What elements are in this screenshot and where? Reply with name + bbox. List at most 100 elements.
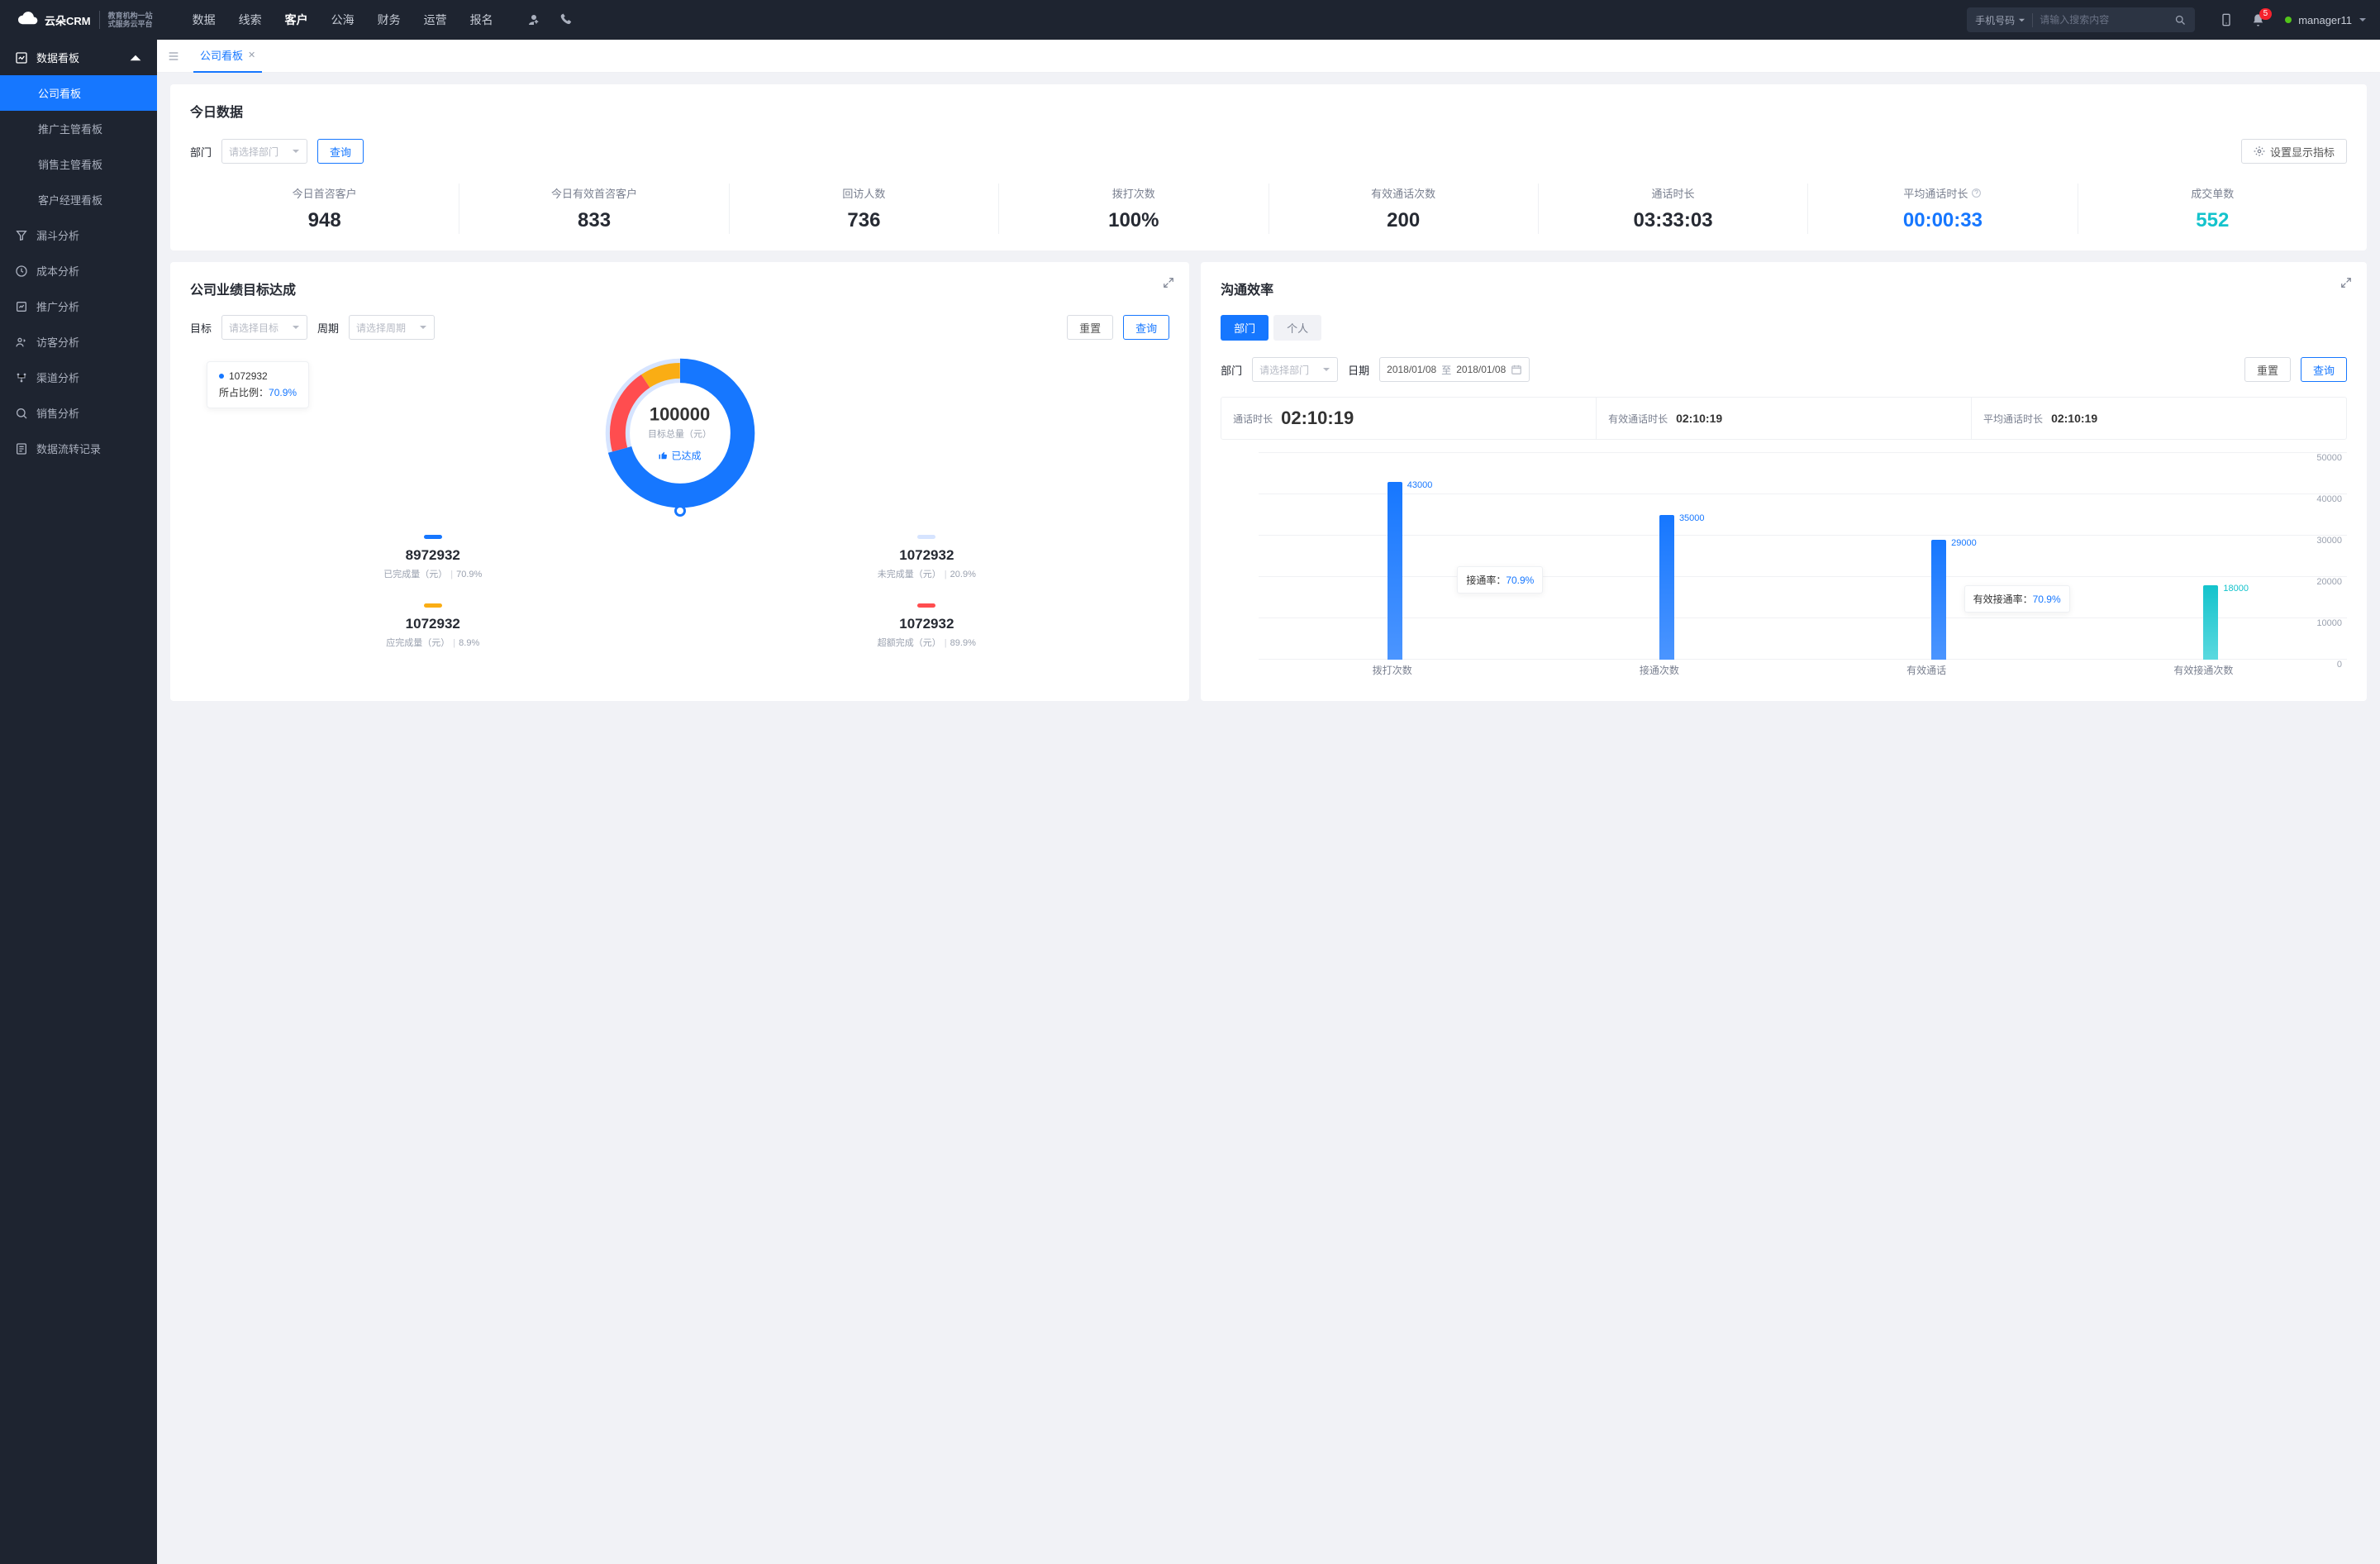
- sidebar-item[interactable]: 漏斗分析: [0, 217, 157, 253]
- expand-icon[interactable]: [2340, 277, 2352, 288]
- help-icon[interactable]: [1971, 188, 1982, 198]
- query-button[interactable]: 查询: [1123, 315, 1169, 340]
- settings-metrics-button[interactable]: 设置显示指标: [2241, 139, 2347, 164]
- phone-icon[interactable]: [559, 12, 574, 27]
- logo-subtitle: 教育机构一站 式服务云平台: [108, 12, 153, 29]
- chevron-down-icon: [292, 323, 300, 331]
- legend-item: 1072932未完成量（元）|20.9%: [684, 535, 1170, 580]
- metric: 平均通话时长00:00:33: [1808, 184, 2078, 234]
- metric: 有效通话次数200: [1269, 184, 1539, 234]
- target-select[interactable]: 请选择目标: [221, 315, 307, 340]
- donut-handle[interactable]: [674, 505, 686, 517]
- nav-item[interactable]: 运营: [424, 2, 447, 38]
- nav-item[interactable]: 财务: [378, 2, 401, 38]
- sidebar-group-dashboard[interactable]: 数据看板: [0, 40, 157, 75]
- sidebar-item[interactable]: 推广分析: [0, 288, 157, 324]
- sidebar-icon: [15, 407, 28, 420]
- chevron-down-icon: [419, 323, 427, 331]
- notifications-button[interactable]: 5: [2251, 13, 2265, 27]
- stat-cell: 平均通话时长02:10:19: [1972, 398, 2346, 439]
- sidebar-icon: [15, 300, 28, 313]
- sidebar-item[interactable]: 成本分析: [0, 253, 157, 288]
- sidebar-item[interactable]: 公司看板: [0, 75, 157, 111]
- reset-button[interactable]: 重置: [2244, 357, 2291, 382]
- bar[interactable]: 29000: [1931, 540, 1946, 660]
- metric: 今日首咨客户948: [190, 184, 459, 234]
- search-icon[interactable]: [2174, 14, 2187, 26]
- bar[interactable]: 35000: [1659, 515, 1674, 660]
- dept-select[interactable]: 请选择部门: [221, 139, 307, 164]
- chevron-up-icon: [129, 51, 142, 64]
- thumb-up-icon: [659, 451, 669, 460]
- chevron-down-icon: [1322, 365, 1330, 374]
- query-button[interactable]: 查询: [2301, 357, 2347, 382]
- stat-cell: 有效通话时长02:10:19: [1597, 398, 1972, 439]
- search-type-select[interactable]: 手机号码: [1975, 13, 2033, 27]
- sidebar-icon: [15, 265, 28, 278]
- logo[interactable]: 云朵CRM 教育机构一站 式服务云平台: [17, 11, 153, 29]
- sidebar-item[interactable]: 渠道分析: [0, 360, 157, 395]
- search-input[interactable]: [2040, 14, 2168, 26]
- card-title: 沟通效率: [1221, 279, 2347, 298]
- tab-company-board[interactable]: 公司看板 ✕: [193, 40, 262, 73]
- nav-item[interactable]: 线索: [239, 2, 262, 38]
- notification-badge: 5: [2259, 8, 2273, 20]
- period-select[interactable]: 请选择周期: [349, 315, 435, 340]
- nav-item[interactable]: 公海: [331, 2, 355, 38]
- sidebar-icon: [15, 442, 28, 455]
- header: 云朵CRM 教育机构一站 式服务云平台 数据线索客户公海财务运营报名 手机号码 …: [0, 0, 2380, 40]
- sidebar-item[interactable]: 访客分析: [0, 324, 157, 360]
- metric: 通话时长03:33:03: [1539, 184, 1808, 234]
- main: 公司看板 ✕ 今日数据 部门 请选择部门 查询: [157, 40, 2380, 1564]
- nav-item[interactable]: 数据: [193, 2, 216, 38]
- close-icon[interactable]: ✕: [248, 50, 255, 60]
- bar-chart: 0100002000030000400005000043000350002900…: [1221, 453, 2347, 684]
- metric: 拨打次数100%: [999, 184, 1269, 234]
- callout: 有效接通率：70.9%: [1964, 585, 2070, 613]
- x-axis-label: 接通次数: [1640, 663, 1679, 684]
- chevron-down-icon: [292, 147, 300, 155]
- card-title: 公司业绩目标达成: [190, 279, 1169, 298]
- today-data-card: 今日数据 部门 请选择部门 查询 设置显示指标: [170, 84, 2367, 250]
- dept-label: 部门: [190, 144, 212, 160]
- sidebar-item[interactable]: 销售主管看板: [0, 146, 157, 182]
- dept-select[interactable]: 请选择部门: [1252, 357, 1338, 382]
- search-group: 手机号码: [1967, 7, 2195, 32]
- logo-text: 云朵CRM: [45, 12, 91, 28]
- dashboard-icon: [15, 51, 28, 64]
- expand-icon[interactable]: [1163, 277, 1174, 288]
- sidebar-icon: [15, 229, 28, 242]
- x-axis-label: 拨打次数: [1373, 663, 1412, 684]
- sidebar-item[interactable]: 销售分析: [0, 395, 157, 431]
- legend-item: 1072932超额完成（元）|89.9%: [684, 603, 1170, 649]
- legend-item: 1072932应完成量（元）|8.9%: [190, 603, 676, 649]
- bar[interactable]: 43000: [1388, 482, 1402, 660]
- nav-item[interactable]: 客户: [285, 2, 308, 38]
- query-button[interactable]: 查询: [317, 139, 364, 164]
- segment-button[interactable]: 部门: [1221, 315, 1269, 341]
- gear-icon: [2254, 145, 2265, 157]
- sidebar-icon: [15, 371, 28, 384]
- mobile-icon[interactable]: [2220, 13, 2233, 26]
- sidebar-item[interactable]: 推广主管看板: [0, 111, 157, 146]
- metric: 成交单数552: [2078, 184, 2347, 234]
- date-range-input[interactable]: 2018/01/08 至 2018/01/08: [1379, 357, 1530, 382]
- legend-item: 8972932已完成量（元）|70.9%: [190, 535, 676, 580]
- main-nav: 数据线索客户公海财务运营报名: [193, 2, 493, 38]
- x-axis-label: 有效接通次数: [2173, 663, 2233, 684]
- segment-button[interactable]: 个人: [1273, 315, 1321, 341]
- sidebar-icon: [15, 336, 28, 349]
- sidebar: 数据看板 公司看板推广主管看板销售主管看板客户经理看板 漏斗分析成本分析推广分析…: [0, 40, 157, 1564]
- stat-cell: 通话时长02:10:19: [1221, 398, 1597, 439]
- sidebar-toggle-icon[interactable]: [167, 50, 180, 63]
- metric: 今日有效首咨客户833: [459, 184, 729, 234]
- sidebar-item[interactable]: 客户经理看板: [0, 182, 157, 217]
- chevron-down-icon: [2359, 16, 2367, 24]
- sidebar-item[interactable]: 数据流转记录: [0, 431, 157, 466]
- callout: 接通率：70.9%: [1457, 566, 1543, 594]
- bar[interactable]: 18000: [2203, 585, 2218, 660]
- reset-button[interactable]: 重置: [1067, 315, 1113, 340]
- user-menu[interactable]: manager11: [2285, 14, 2367, 26]
- nav-item[interactable]: 报名: [470, 2, 493, 38]
- add-user-icon[interactable]: [526, 12, 541, 27]
